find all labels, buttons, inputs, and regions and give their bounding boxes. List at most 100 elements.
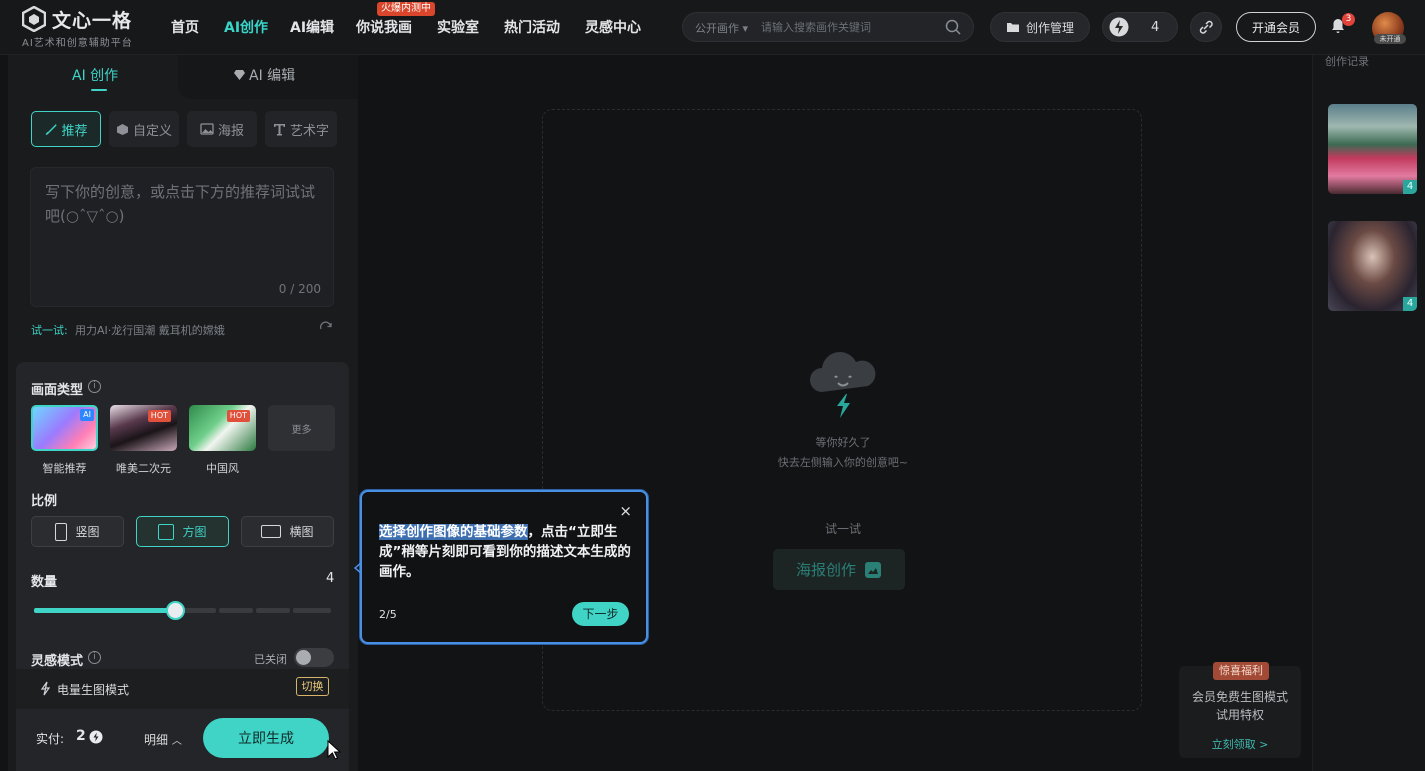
prompt-char-count: 0 / 200 <box>278 282 321 296</box>
vip-button[interactable]: 开通会员 <box>1236 12 1316 42</box>
slider-segment <box>293 608 331 613</box>
guide-tooltip: × 选择创作图像的基础参数，点击“立即生成”稍等片刻即可看到你的描述文本生成的画… <box>360 490 648 644</box>
promo-card[interactable]: 惊喜福利 会员免费生图模式 试用特权 立刻领取 > <box>1179 662 1301 758</box>
slider-segment <box>219 608 253 613</box>
ratio-landscape[interactable]: 横图 <box>241 516 334 547</box>
history-count: 4 <box>1403 297 1417 311</box>
mode-art-text-label: 艺术字 <box>289 123 329 139</box>
close-icon[interactable]: × <box>619 502 632 520</box>
nav-lab[interactable]: 实验室 <box>437 17 479 37</box>
lightning-icon <box>40 681 51 696</box>
slider-segment <box>256 608 290 613</box>
quantity-slider[interactable] <box>34 601 331 620</box>
detail-button[interactable]: 明细 ︿ <box>144 731 182 748</box>
type-chinese-style[interactable]: HOT <box>189 405 256 451</box>
history-item[interactable]: 4 <box>1328 221 1417 311</box>
switch-button[interactable]: 切换 <box>296 677 329 696</box>
pay-value: 2 <box>76 728 86 744</box>
type-chinese-label: 中国风 <box>206 462 239 475</box>
slider-fill <box>34 608 175 613</box>
landscape-icon <box>261 525 282 538</box>
detail-label: 明细 <box>144 733 169 747</box>
mode-custom-label: 自定义 <box>132 123 172 139</box>
next-button[interactable]: 下一步 <box>572 602 629 626</box>
nav-ai-create[interactable]: AI创作 <box>224 17 268 37</box>
type-anime[interactable]: HOT <box>110 405 177 451</box>
square-icon <box>158 523 175 540</box>
inspire-toggle[interactable] <box>294 648 334 667</box>
slider-segment <box>182 608 216 613</box>
search-box: 公开画作 ▾ <box>682 12 974 42</box>
power-mode-label: 电量生图模式 <box>57 683 130 697</box>
tab-underline <box>91 89 107 91</box>
try-label: 试一试: <box>31 324 68 337</box>
hot-tag: HOT <box>226 410 250 422</box>
lightning-icon <box>1109 17 1129 37</box>
ratio-square-label: 方图 <box>182 525 207 539</box>
nav-events[interactable]: 热门活动 <box>504 17 560 37</box>
notification-badge: 3 <box>1342 13 1355 26</box>
history-count: 4 <box>1403 180 1417 194</box>
generate-button[interactable]: 立即生成 <box>203 718 329 758</box>
toggle-knob <box>296 650 311 665</box>
nav-ai-edit[interactable]: AI编辑 <box>290 17 334 37</box>
manage-button[interactable]: 创作管理 <box>990 12 1090 42</box>
hot-tag: HOT <box>147 410 171 422</box>
mode-recommend[interactable]: 推荐 <box>31 111 101 147</box>
params-panel: 画面类型 i AI 智能推荐 HOT 唯美二次元 HOT 中国风 更多 比例 竖… <box>16 362 349 771</box>
promo-claim-link[interactable]: 立刻领取 > <box>1179 736 1301 752</box>
logo-text[interactable]: 文心一格 <box>52 6 132 33</box>
brush-icon <box>45 123 57 135</box>
type-smart-label: 智能推荐 <box>42 462 87 475</box>
nav-home[interactable]: 首页 <box>171 17 199 37</box>
nav-you-say-i-draw[interactable]: 你说我画 <box>356 17 412 37</box>
info-icon[interactable]: i <box>88 380 101 393</box>
energy-coin-icon <box>89 730 103 744</box>
type-more-button[interactable]: 更多 <box>268 405 335 451</box>
tooltip-arrow-icon <box>354 562 362 574</box>
quantity-title: 数量 <box>31 575 58 590</box>
search-input[interactable] <box>761 19 931 35</box>
link-button[interactable] <box>1190 12 1222 42</box>
prompt-textarea[interactable]: 写下你的创意，或点击下方的推荐词试试吧(○ˆ▽ˆ○) 0 / 200 <box>30 167 334 307</box>
mode-poster[interactable]: 海报 <box>187 111 257 147</box>
tab-ai-create[interactable]: AI 创作 <box>72 65 118 85</box>
pay-label: 实付: <box>36 732 65 746</box>
avatar-status-tag: 未开通 <box>1374 34 1406 44</box>
inspire-state: 已关闭 <box>254 653 287 666</box>
nav-inspiration[interactable]: 灵感中心 <box>585 17 641 37</box>
portrait-icon <box>55 522 68 541</box>
manage-label: 创作管理 <box>1025 20 1074 35</box>
poster-create-label: 海报创作 <box>795 561 856 579</box>
poster-create-button[interactable]: 海报创作 <box>773 549 905 590</box>
energy-button[interactable]: 4 <box>1102 12 1178 42</box>
logo-icon <box>22 6 46 32</box>
history-label: 创作记录 <box>1325 55 1369 68</box>
text-icon <box>273 123 285 135</box>
try-suggestions[interactable]: 用力AI·龙行国潮 戴耳机的嫦娥 <box>75 322 225 338</box>
tab-ai-edit[interactable]: AI 编辑 <box>234 65 295 85</box>
cube-icon <box>116 123 128 135</box>
type-title: 画面类型 <box>31 383 84 398</box>
slider-handle[interactable] <box>166 601 185 620</box>
refresh-icon[interactable] <box>319 321 333 335</box>
info-icon[interactable]: i <box>88 651 101 664</box>
search-icon[interactable] <box>945 19 961 35</box>
inspire-title: 灵感模式 <box>31 654 84 669</box>
ratio-landscape-label: 横图 <box>289 525 314 539</box>
tooltip-text: 选择创作图像的基础参数，点击“立即生成”稍等片刻即可看到你的描述文本生成的画作。 <box>379 522 633 582</box>
mode-custom[interactable]: 自定义 <box>109 111 179 147</box>
tab-ai-edit-label: AI 编辑 <box>249 68 296 84</box>
history-item[interactable]: 4 <box>1328 104 1417 194</box>
ratio-square[interactable]: 方图 <box>136 516 229 547</box>
tooltip-highlight: 选择创作图像的基础参数 <box>379 524 528 540</box>
type-smart-recommend[interactable]: AI <box>31 405 98 451</box>
empty-line-1: 等你好久了 <box>815 436 871 449</box>
search-scope-select[interactable]: 公开画作 ▾ <box>695 20 748 36</box>
ratio-portrait[interactable]: 竖图 <box>31 516 124 547</box>
hot-badge: 火爆内测中 <box>377 2 435 16</box>
ratio-title: 比例 <box>31 494 58 509</box>
promo-line-2: 试用特权 <box>1215 708 1264 722</box>
prompt-placeholder: 写下你的创意，或点击下方的推荐词试试吧(○ˆ▽ˆ○) <box>45 183 316 225</box>
mode-art-text[interactable]: 艺术字 <box>265 111 337 147</box>
